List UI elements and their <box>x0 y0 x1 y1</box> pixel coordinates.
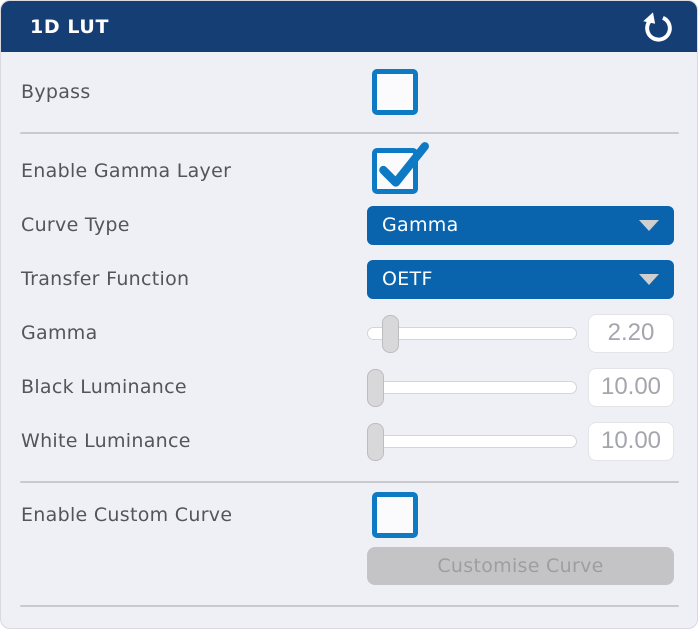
chevron-down-icon <box>639 220 659 231</box>
transfer-function-label: Transfer Function <box>21 268 367 290</box>
gamma-slider-thumb[interactable] <box>382 315 399 353</box>
black-luminance-slider-thumb[interactable] <box>367 369 384 407</box>
bypass-row: Bypass <box>21 65 674 119</box>
curve-type-value: Gamma <box>382 214 459 236</box>
reset-icon <box>640 9 676 45</box>
gamma-slider[interactable] <box>367 327 577 340</box>
white-luminance-slider-thumb[interactable] <box>367 423 384 461</box>
black-luminance-value-field[interactable]: 10.00 <box>588 368 674 407</box>
check-icon <box>373 140 429 196</box>
gamma-row: Gamma 2.20 <box>21 306 674 360</box>
white-luminance-value-field[interactable]: 10.00 <box>588 422 674 461</box>
custom-curve-section: Enable Custom Curve Customise Curve <box>1 483 697 605</box>
panel-header: 1D LUT <box>1 1 697 52</box>
curve-type-row: Curve Type Gamma <box>21 198 674 252</box>
reset-button[interactable] <box>639 8 677 46</box>
bypass-label: Bypass <box>21 81 367 103</box>
panel-footer-space <box>1 607 697 629</box>
transfer-function-row: Transfer Function OETF <box>21 252 674 306</box>
black-luminance-slider[interactable] <box>367 381 577 394</box>
bypass-checkbox[interactable] <box>372 69 418 115</box>
gamma-value-field[interactable]: 2.20 <box>588 314 674 353</box>
bypass-section: Bypass <box>1 52 697 132</box>
white-luminance-slider[interactable] <box>367 435 577 448</box>
black-luminance-label: Black Luminance <box>21 376 367 398</box>
gamma-layer-section: Enable Gamma Layer Curve Type Gamma Tran… <box>1 134 697 481</box>
transfer-function-dropdown[interactable]: OETF <box>367 260 674 299</box>
enable-gamma-row: Enable Gamma Layer <box>21 144 674 198</box>
customise-curve-button[interactable]: Customise Curve <box>367 547 674 585</box>
enable-custom-curve-checkbox[interactable] <box>372 492 418 538</box>
enable-custom-curve-row: Enable Custom Curve <box>21 487 674 543</box>
white-luminance-label: White Luminance <box>21 430 367 452</box>
curve-type-label: Curve Type <box>21 214 367 236</box>
gamma-label: Gamma <box>21 322 367 344</box>
black-luminance-row: Black Luminance 10.00 <box>21 360 674 414</box>
curve-type-dropdown[interactable]: Gamma <box>367 206 674 245</box>
enable-gamma-checkbox[interactable] <box>372 148 418 194</box>
1d-lut-panel: 1D LUT Bypass Enable Gamma Layer <box>0 0 698 629</box>
enable-gamma-label: Enable Gamma Layer <box>21 160 367 182</box>
chevron-down-icon <box>639 274 659 285</box>
white-luminance-row: White Luminance 10.00 <box>21 414 674 468</box>
enable-custom-curve-label: Enable Custom Curve <box>21 504 367 526</box>
panel-title: 1D LUT <box>30 16 109 38</box>
transfer-function-value: OETF <box>382 268 433 290</box>
